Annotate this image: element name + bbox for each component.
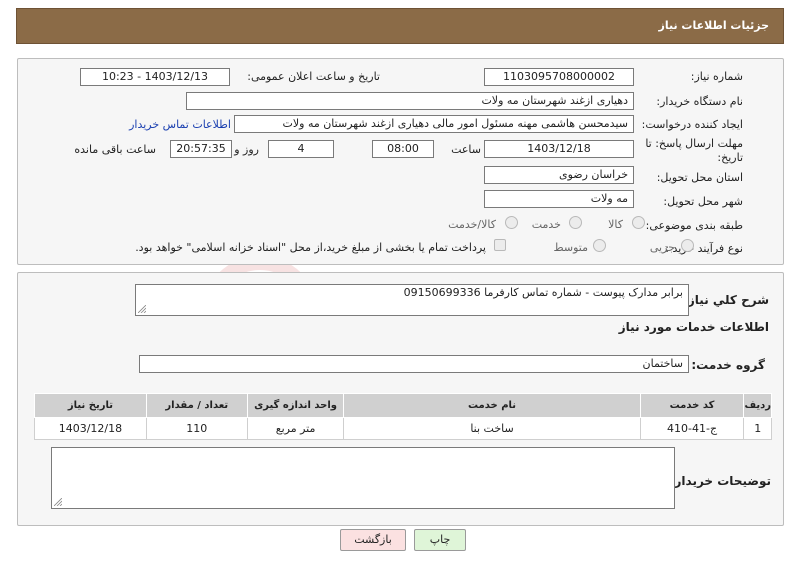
category-radio-goods[interactable] [632, 216, 645, 229]
cell-row-number: 1 [743, 417, 772, 440]
process-radio-medium[interactable] [593, 239, 606, 252]
category-option-goods-service: کالا/خدمت [448, 218, 496, 231]
province-label: استان محل تحویل: [656, 171, 743, 184]
days-field: 4 [268, 140, 334, 158]
col-header-service-name: نام خدمت [343, 393, 641, 418]
buyer-org-label: نام دستگاه خریدار: [656, 95, 743, 108]
cell-unit: متر مربع [246, 417, 345, 440]
summary-textarea[interactable]: برابر مدارک پیوست - شماره تماس کارفرما 0… [135, 284, 689, 316]
page-header: جزئیات اطلاعات نیاز [16, 8, 784, 44]
services-table: رديف کد خدمت نام خدمت واحد اندازه گيری ت… [34, 393, 772, 440]
col-header-quantity: تعداد / مقدار [145, 393, 248, 418]
category-label: طبقه بندی موضوعی: [645, 219, 743, 232]
col-header-row-number: رديف [743, 393, 772, 418]
remaining-time-field: 20:57:35 [170, 140, 232, 158]
process-option-minor: جزیی [649, 241, 675, 254]
days-label: روز و [234, 143, 259, 156]
category-radio-goods-service[interactable] [505, 216, 518, 229]
service-group-field: ساختمان [139, 355, 689, 373]
process-option-medium: متوسط [553, 241, 588, 254]
print-button[interactable]: چاپ [414, 529, 466, 551]
category-option-service: خدمت [531, 218, 561, 231]
buyer-org-field: دهیاری ازغند شهرستان مه ولات [186, 92, 634, 110]
services-section-title: اطلاعات خدمات مورد نياز [618, 320, 769, 334]
deadline-date-field: 1403/12/18 [484, 140, 634, 158]
service-group-label: گروه خدمت: [691, 358, 765, 372]
back-button[interactable]: بازگشت [340, 529, 406, 551]
summary-resize-grip-icon[interactable] [138, 305, 146, 313]
remaining-time-label: ساعت باقی مانده [74, 143, 156, 156]
announce-datetime-label: تاریخ و ساعت اعلان عمومی: [247, 70, 380, 83]
cell-need-date: 1403/12/18 [34, 417, 147, 440]
category-radio-service[interactable] [569, 216, 582, 229]
col-header-need-date: تاريخ نياز [34, 393, 147, 418]
deadline-time-label: ساعت [451, 143, 481, 156]
process-radio-minor[interactable] [681, 239, 694, 252]
buyer-contact-link[interactable]: اطلاعات تماس خریدار [129, 118, 231, 131]
summary-label: شرح کلي نياز: [683, 293, 769, 307]
creator-label: ایجاد کننده درخواست: [641, 118, 743, 131]
treasury-payment-note: پرداخت تمام یا بخشی از مبلغ خرید،از محل … [135, 241, 486, 254]
announce-datetime-field: 1403/12/13 - 10:23 [80, 68, 230, 86]
city-field: مه ولات [484, 190, 634, 208]
need-number-label: شماره نیاز: [690, 70, 743, 83]
deadline-label: مهلت ارسال پاسخ: تا تاریخ: [645, 137, 743, 164]
need-number-field: 1103095708000002 [484, 68, 634, 86]
buyer-notes-resize-grip-icon[interactable] [54, 498, 62, 506]
cell-service-code: ج-41-410 [639, 417, 745, 440]
creator-field: سیدمحسن هاشمی مهنه مسئول امور مالی دهیار… [234, 115, 634, 133]
treasury-payment-checkbox[interactable] [494, 239, 506, 251]
category-option-goods: کالا [608, 218, 623, 231]
buyer-notes-textarea[interactable] [51, 447, 675, 509]
buyer-notes-label: توضيحات خريدار: [669, 474, 771, 488]
cell-quantity: 110 [145, 417, 248, 440]
table-header-row: رديف کد خدمت نام خدمت واحد اندازه گيری ت… [34, 393, 772, 418]
col-header-service-code: کد خدمت [639, 393, 745, 418]
page-title: جزئیات اطلاعات نیاز [658, 19, 770, 32]
process-label: نوع فرآیند خرید : [665, 242, 743, 255]
province-field: خراسان رضوی [484, 166, 634, 184]
col-header-unit: واحد اندازه گيری [246, 393, 345, 418]
cell-service-name: ساخت بنا [343, 417, 641, 440]
table-row: 1 ج-41-410 ساخت بنا متر مربع 110 1403/12… [34, 417, 772, 440]
city-label: شهر محل تحویل: [663, 195, 743, 208]
deadline-time-field: 08:00 [372, 140, 434, 158]
